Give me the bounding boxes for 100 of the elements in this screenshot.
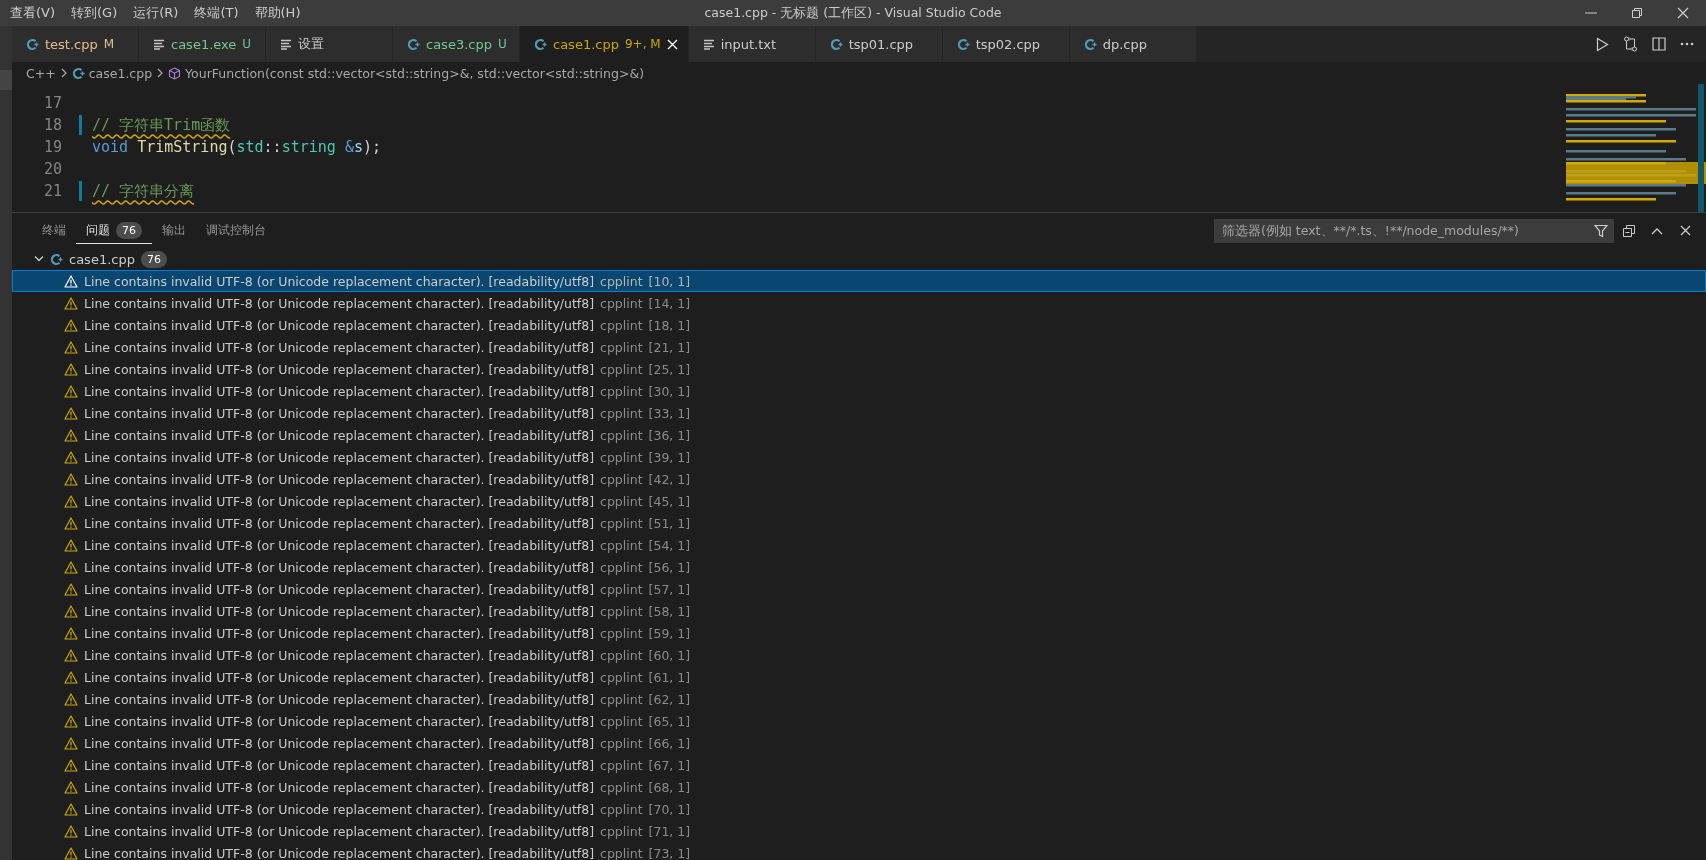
warning-icon <box>64 626 78 640</box>
collapse-all-icon[interactable] <box>1622 223 1636 238</box>
breadcrumb-item[interactable]: case1.cpp <box>88 65 153 81</box>
warning-icon <box>64 802 78 816</box>
restore-icon[interactable] <box>1631 7 1643 19</box>
problem-source: cpplint <box>600 427 643 443</box>
problem-message: Line contains invalid UTF-8 (or Unicode replacement character). [readability/utf8] <box>84 581 595 597</box>
file-name[interactable]: case1.cpp <box>69 251 135 267</box>
problem-row[interactable]: Line contains invalid UTF-8 (or Unicode replacement character). [readability/utf8] cpplint [14, 1] <box>12 292 1706 314</box>
code-line: void TrimString(std::string &s); <box>92 138 381 156</box>
problem-row[interactable]: Line contains invalid UTF-8 (or Unicode replacement character). [readability/utf8] cpplint [70, 1] <box>12 798 1706 820</box>
editor-tab[interactable]: input.txt <box>688 26 816 62</box>
problem-row[interactable]: Line contains invalid UTF-8 (or Unicode replacement character). [readability/utf8] cpplint [71, 1] <box>12 820 1706 842</box>
editor-tab[interactable]: 设置 <box>266 26 393 62</box>
problem-message: Line contains invalid UTF-8 (or Unicode replacement character). [readability/utf8] <box>84 273 595 289</box>
warning-icon <box>64 340 78 354</box>
breadcrumb-item[interactable]: C++ <box>26 65 56 81</box>
problem-source: cpplint <box>600 669 643 685</box>
problem-source: cpplint <box>600 273 643 289</box>
problem-location: [39, 1] <box>648 449 691 465</box>
split-editor-icon[interactable] <box>1652 37 1666 51</box>
problem-source: cpplint <box>600 625 643 641</box>
panel-tab[interactable]: 问题 76 <box>76 217 152 244</box>
warning-icon <box>64 648 78 662</box>
problem-source: cpplint <box>600 405 643 421</box>
problem-message: Line contains invalid UTF-8 (or Unicode replacement character). [readability/utf8] <box>84 493 595 509</box>
problem-location: [54, 1] <box>648 537 691 553</box>
problem-location: [25, 1] <box>648 361 691 377</box>
count-badge: 76 <box>116 221 142 239</box>
chevron-up-icon[interactable] <box>1651 226 1663 235</box>
problem-row[interactable]: Line contains invalid UTF-8 (or Unicode replacement character). [readability/utf8] cpplint [45, 1] <box>12 490 1706 512</box>
filter-icon[interactable] <box>1594 223 1608 238</box>
problem-location: [51, 1] <box>648 515 691 531</box>
panel-tab[interactable]: 终端 <box>32 217 76 244</box>
problem-location: [57, 1] <box>648 581 691 597</box>
close-icon[interactable] <box>1679 225 1691 236</box>
editor-tab[interactable]: tsp02.cpp <box>942 26 1070 62</box>
warning-icon <box>64 296 78 310</box>
editor-tab[interactable]: case3.cpp U <box>393 26 520 62</box>
panel-tab[interactable]: 输出 <box>152 217 196 244</box>
problem-row[interactable]: Line contains invalid UTF-8 (or Unicode replacement character). [readability/utf8] cpplint [67, 1] <box>12 754 1706 776</box>
menu-item[interactable]: 帮助(H) <box>246 4 309 22</box>
problem-row[interactable]: Line contains invalid UTF-8 (or Unicode replacement character). [readability/utf8] cpplint [57, 1] <box>12 578 1706 600</box>
problem-row[interactable]: Line contains invalid UTF-8 (or Unicode replacement character). [readability/utf8] cpplint [42, 1] <box>12 468 1706 490</box>
editor-tab[interactable]: dp.cpp <box>1069 26 1197 62</box>
editor-tab[interactable]: case1.exe U <box>139 26 266 62</box>
problem-row[interactable]: Line contains invalid UTF-8 (or Unicode replacement character). [readability/utf8] cpplint [36, 1] <box>12 424 1706 446</box>
editor-tab[interactable]: tsp01.cpp <box>815 26 943 62</box>
problem-source: cpplint <box>600 647 643 663</box>
panel-tab[interactable]: 调试控制台 <box>196 217 276 244</box>
breadcrumb-item[interactable]: YourFunction(const std::vector<std::string>&, std::vector<std::string>&) <box>185 65 644 81</box>
c-plus-plus-icon <box>407 37 420 51</box>
problem-row[interactable]: Line contains invalid UTF-8 (or Unicode replacement character). [readability/utf8] cpplint [68, 1] <box>12 776 1706 798</box>
problem-location: [73, 1] <box>648 845 691 860</box>
problem-message: Line contains invalid UTF-8 (or Unicode replacement character). [readability/utf8] <box>84 625 595 641</box>
play-icon[interactable] <box>1596 36 1609 52</box>
filter-field[interactable]: 筛选器(例如 text、**/*.ts、!**/node_modules/**) <box>1214 218 1614 243</box>
problem-row[interactable]: Line contains invalid UTF-8 (or Unicode replacement character). [readability/utf8] cpplint [61, 1] <box>12 666 1706 688</box>
problem-location: [70, 1] <box>648 801 691 817</box>
problem-row[interactable]: Line contains invalid UTF-8 (or Unicode replacement character). [readability/utf8] cpplint [62, 1] <box>12 688 1706 710</box>
editor-tab[interactable]: case1.cpp 9+, M <box>520 26 689 62</box>
menu-item[interactable]: 转到(G) <box>63 4 126 22</box>
problem-row[interactable]: Line contains invalid UTF-8 (or Unicode replacement character). [readability/utf8] cpplint [54, 1] <box>12 534 1706 556</box>
close-icon[interactable] <box>1677 7 1689 19</box>
problem-row[interactable]: Line contains invalid UTF-8 (or Unicode replacement character). [readability/utf8] cpplint [18, 1] <box>12 314 1706 336</box>
problem-message: Line contains invalid UTF-8 (or Unicode replacement character). [readability/utf8] <box>84 515 595 531</box>
problem-row[interactable]: Line contains invalid UTF-8 (or Unicode replacement character). [readability/utf8] cpplint [58, 1] <box>12 600 1706 622</box>
editor-tab[interactable]: test.cpp M <box>12 26 139 62</box>
problem-row[interactable]: Line contains invalid UTF-8 (or Unicode replacement character). [readability/utf8] cpplint [73, 1] <box>12 842 1706 860</box>
problem-row[interactable]: Line contains invalid UTF-8 (or Unicode replacement character). [readability/utf8] cpplint [39, 1] <box>12 446 1706 468</box>
problem-row[interactable]: Line contains invalid UTF-8 (or Unicode replacement character). [readability/utf8] cpplint [21, 1] <box>12 336 1706 358</box>
problem-message: Line contains invalid UTF-8 (or Unicode replacement character). [readability/utf8] <box>84 713 595 729</box>
problem-message: Line contains invalid UTF-8 (or Unicode replacement character). [readability/utf8] <box>84 427 595 443</box>
problem-message: Line contains invalid UTF-8 (or Unicode replacement character). [readability/utf8] <box>84 823 595 839</box>
menu-item[interactable]: 运行(R) <box>125 4 187 22</box>
lines-icon <box>280 38 292 50</box>
problem-row[interactable]: Line contains invalid UTF-8 (or Unicode replacement character). [readability/utf8] cpplint [25, 1] <box>12 358 1706 380</box>
problem-message: Line contains invalid UTF-8 (or Unicode replacement character). [readability/utf8] <box>84 559 595 575</box>
problem-row[interactable]: Line contains invalid UTF-8 (or Unicode replacement character). [readability/utf8] cpplint [66, 1] <box>12 732 1706 754</box>
problem-location: [14, 1] <box>648 295 691 311</box>
problem-row[interactable]: Line contains invalid UTF-8 (or Unicode replacement character). [readability/utf8] cpplint [60, 1] <box>12 644 1706 666</box>
chevron-down-icon[interactable] <box>34 255 44 263</box>
problem-row[interactable]: Line contains invalid UTF-8 (or Unicode replacement character). [readability/utf8] cpplint [51, 1] <box>12 512 1706 534</box>
problem-row[interactable]: Line contains invalid UTF-8 (or Unicode replacement character). [readability/utf8] cpplint [59, 1] <box>12 622 1706 644</box>
problem-location: [66, 1] <box>648 735 691 751</box>
menu-item[interactable]: 终端(T) <box>186 4 247 22</box>
warning-icon <box>64 274 78 288</box>
warning-icon <box>64 714 78 728</box>
warning-icon <box>64 318 78 332</box>
compare-icon[interactable] <box>1623 36 1638 52</box>
problem-row[interactable]: Line contains invalid UTF-8 (or Unicode replacement character). [readability/utf8] cpplint [65, 1] <box>12 710 1706 732</box>
problem-row[interactable]: Line contains invalid UTF-8 (or Unicode replacement character). [readability/utf8] cpplint [56, 1] <box>12 556 1706 578</box>
problem-row[interactable]: Line contains invalid UTF-8 (or Unicode replacement character). [readability/utf8] cpplint [30, 1] <box>12 380 1706 402</box>
problem-source: cpplint <box>600 295 643 311</box>
problem-row[interactable]: Line contains invalid UTF-8 (or Unicode replacement character). [readability/utf8] cpplint [33, 1] <box>12 402 1706 424</box>
menu-item[interactable]: 查看(V) <box>2 4 64 22</box>
line-number: 21 <box>42 182 62 200</box>
more-icon[interactable] <box>1680 42 1694 46</box>
problem-row[interactable]: Line contains invalid UTF-8 (or Unicode replacement character). [readability/utf8] cpplint [10, 1] <box>12 270 1706 292</box>
problem-source: cpplint <box>600 581 643 597</box>
